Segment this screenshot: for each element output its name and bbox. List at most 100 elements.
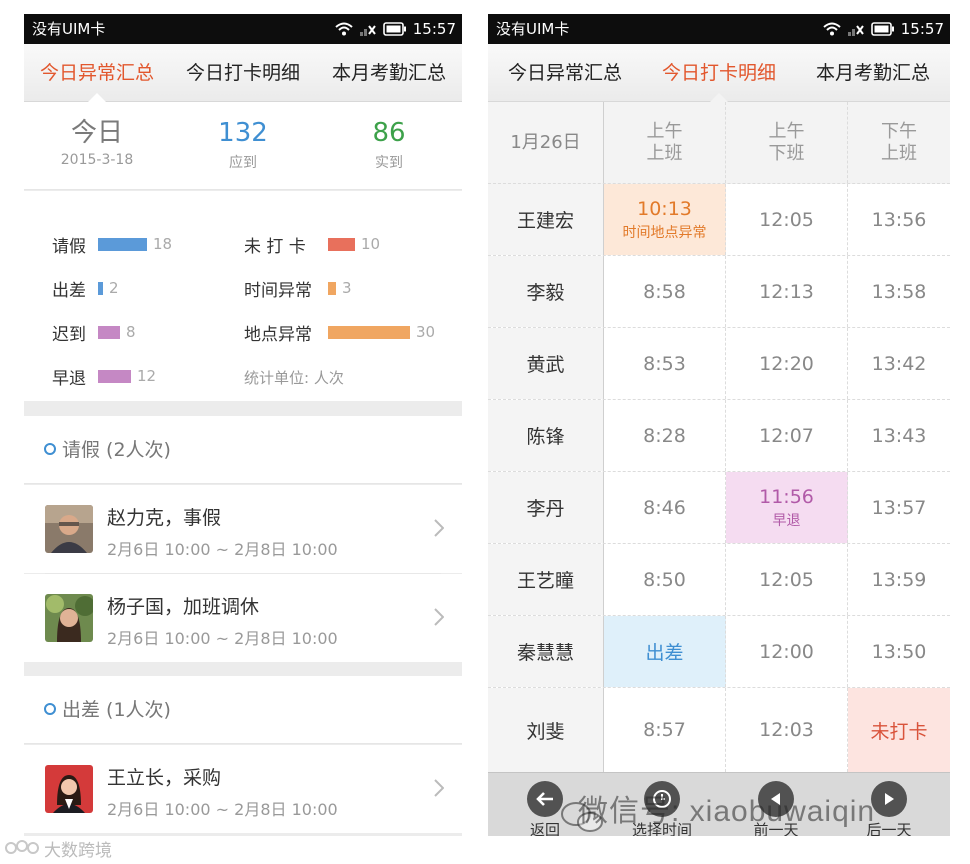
column-header-line2: 上班 [646, 142, 683, 164]
actual-count: 86 [372, 118, 406, 148]
summary-today: 今日 2015-3-18 [24, 102, 170, 189]
wifi-icon [335, 22, 353, 36]
status-time: 15:57 [412, 20, 456, 38]
section-title: 出差 (1人次) [62, 699, 171, 721]
corner-logo: 大数跨境 [4, 836, 112, 861]
table-row[interactable]: 黄武 8:53 12:20 13:42 [488, 328, 950, 400]
stat-bar [98, 369, 131, 383]
avatar [45, 594, 93, 642]
table-row[interactable]: 李丹 8:46 11:56 早退 13:57 [488, 472, 950, 544]
tab-month-summary[interactable]: 本月考勤汇总 [316, 44, 462, 101]
triangle-right-icon [871, 781, 907, 817]
stat-unit-note: 统计单位: 人次 [244, 369, 344, 387]
table-row[interactable]: 李毅 8:58 12:13 13:58 [488, 256, 950, 328]
actual-label: 实到 [375, 155, 403, 171]
clockin-status: 早退 [772, 512, 801, 529]
clockin-time: 10:13 [637, 197, 692, 220]
stat-value: 3 [342, 279, 352, 297]
clockin-cell: 13:56 [871, 208, 927, 231]
tab-bar: 今日异常汇总 今日打卡明细 本月考勤汇总 [24, 44, 462, 102]
battery-icon [382, 22, 407, 36]
stat-bar [328, 325, 410, 339]
list-item[interactable]: 赵力克，事假 2月6日 10:00 ~ 2月8日 10:00 [24, 485, 462, 573]
exception-stats: 请假 18 未 打 卡 10 出差 2 时间异常 3 迟到 8 地点异常 30 [24, 191, 462, 401]
tab-month-summary[interactable]: 本月考勤汇总 [796, 44, 950, 101]
list-item-title: 赵力克，事假 [107, 507, 222, 529]
stat-label: 请假 [52, 236, 86, 257]
right-phone-screen: 没有UIM卡 15:57 今日异常汇总 今日打卡明细 本月考勤汇总 1月26日 … [488, 14, 950, 836]
tab-today-exceptions[interactable]: 今日异常汇总 [24, 44, 170, 102]
tab-today-clockin-detail[interactable]: 今日打卡明细 [170, 44, 316, 101]
column-header-line1: 上午 [768, 120, 805, 142]
clockin-cell: 未打卡 [848, 688, 950, 772]
arrow-left-icon [527, 781, 563, 817]
tab-bar: 今日异常汇总 今日打卡明细 本月考勤汇总 [488, 44, 950, 102]
column-header-line2: 上班 [881, 142, 917, 164]
table-row[interactable]: 王艺瞳 8:50 12:05 13:59 [488, 544, 950, 616]
stat-label: 早退 [52, 368, 86, 389]
column-header-line1: 上午 [646, 120, 683, 142]
clockin-cell: 13:43 [871, 424, 927, 447]
summary-today-label: 今日 [70, 118, 123, 148]
employee-name: 刘斐 [488, 688, 604, 772]
clockin-cell: 出差 [604, 616, 726, 687]
employee-name: 陈锋 [488, 400, 604, 471]
clockin-cell: 13:50 [871, 640, 927, 663]
chevron-right-icon [434, 608, 444, 626]
logo-mark-icon [5, 840, 39, 854]
stat-label: 地点异常 [244, 324, 312, 345]
tab-today-clockin-detail[interactable]: 今日打卡明细 [642, 44, 796, 102]
tab-today-exceptions[interactable]: 今日异常汇总 [488, 44, 642, 101]
chevron-right-icon [434, 779, 444, 797]
stat-value: 30 [416, 323, 436, 341]
stat-label: 迟到 [52, 324, 86, 345]
clockin-cell: 12:05 [726, 544, 848, 615]
summary-actual: 86 实到 [316, 102, 462, 189]
stat-location-exception: 地点异常 30 [244, 322, 436, 345]
stat-label: 未 打 卡 [244, 236, 306, 257]
list-item[interactable]: 杨子国，加班调休 2月6日 10:00 ~ 2月8日 10:00 [24, 574, 462, 662]
table-date-header[interactable]: 1月26日 [488, 102, 604, 183]
column-header-line1: 下午 [881, 120, 917, 142]
section-leave-header: 请假 (2人次) [24, 416, 462, 484]
clockin-cell: 12:07 [726, 400, 848, 471]
employee-name: 黄武 [488, 328, 604, 399]
stat-value: 10 [361, 235, 381, 253]
employee-name: 秦慧慧 [488, 616, 604, 687]
signal-icon [847, 22, 865, 36]
list-item-time: 2月6日 10:00 ~ 2月8日 10:00 [107, 540, 338, 559]
status-bar: 没有UIM卡 15:57 [488, 14, 950, 44]
clockin-cell: 10:13 时间地点异常 [604, 184, 726, 255]
stat-time-exception: 时间异常 3 [244, 278, 352, 301]
avatar [45, 505, 93, 553]
stat-bar [328, 237, 355, 251]
battery-icon [870, 22, 895, 36]
table-header-row: 1月26日 上午 上班 上午 下班 下午 上班 [488, 102, 950, 184]
column-header: 上午 上班 [604, 102, 726, 183]
list-item[interactable]: 王立长，采购 2月6日 10:00 ~ 2月8日 10:00 [24, 745, 462, 833]
carrier-label: 没有UIM卡 [32, 20, 106, 38]
clockin-cell: 8:58 [604, 256, 726, 327]
corner-logo-text: 大数跨境 [44, 841, 112, 861]
stat-bar [328, 281, 336, 295]
stat-bar [98, 325, 120, 339]
column-header: 上午 下班 [726, 102, 848, 183]
table-row[interactable]: 秦慧慧 出差 12:00 13:50 [488, 616, 950, 688]
clockin-cell: 8:46 [604, 472, 726, 543]
clockin-cell: 11:56 早退 [726, 472, 848, 543]
employee-name: 李毅 [488, 256, 604, 327]
stat-value: 2 [109, 279, 119, 297]
clockin-cell: 8:53 [604, 328, 726, 399]
table-row[interactable]: 陈锋 8:28 12:07 13:43 [488, 400, 950, 472]
clockin-status: 时间地点异常 [622, 224, 707, 241]
table-row[interactable]: 刘斐 8:57 12:03 未打卡 [488, 688, 950, 772]
table-row[interactable]: 王建宏 10:13 时间地点异常 12:05 13:56 [488, 184, 950, 256]
clockin-cell: 13:58 [871, 280, 927, 303]
employee-name: 王建宏 [488, 184, 604, 255]
list-item-time: 2月6日 10:00 ~ 2月8日 10:00 [107, 629, 338, 648]
clockin-cell: 12:03 [726, 688, 848, 772]
avatar [45, 765, 93, 813]
stat-leave: 请假 18 [52, 234, 172, 257]
clockin-cell: 8:57 [604, 688, 726, 772]
stat-early-leave: 早退 12 [52, 366, 156, 389]
